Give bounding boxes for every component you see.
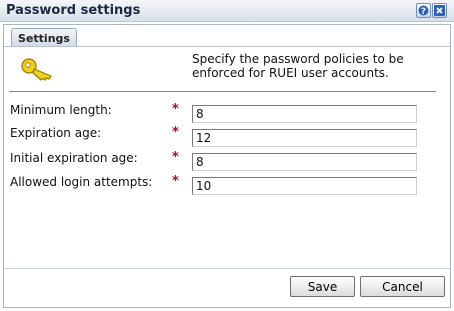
password-settings-dialog: Password settings ? Settings Specify the… bbox=[0, 0, 454, 311]
minimum-length-input[interactable] bbox=[192, 105, 417, 123]
title-bar: Password settings ? bbox=[0, 0, 454, 22]
svg-text:?: ? bbox=[421, 7, 426, 16]
allowed-login-attempts-input[interactable] bbox=[192, 177, 417, 195]
save-button[interactable]: Save bbox=[290, 276, 355, 297]
tab-divider bbox=[4, 46, 450, 47]
tab-settings[interactable]: Settings bbox=[11, 28, 77, 47]
footer-divider bbox=[4, 268, 450, 269]
save-button-label: Save bbox=[307, 279, 338, 294]
required-marker: * bbox=[172, 150, 179, 165]
initial-expiration-age-input[interactable] bbox=[192, 153, 417, 171]
initial-expiration-age-label: Initial expiration age: bbox=[10, 151, 138, 165]
help-icon: ? bbox=[418, 5, 429, 16]
minimum-length-label: Minimum length: bbox=[10, 103, 112, 117]
close-button[interactable] bbox=[432, 3, 447, 18]
cancel-button[interactable]: Cancel bbox=[360, 276, 445, 297]
expiration-age-input[interactable] bbox=[192, 129, 417, 147]
key-icon bbox=[21, 58, 52, 81]
separator bbox=[9, 91, 436, 92]
tab-settings-label: Settings bbox=[18, 31, 70, 45]
required-marker: * bbox=[172, 102, 179, 117]
cancel-button-label: Cancel bbox=[382, 279, 423, 294]
required-marker: * bbox=[172, 174, 179, 189]
allowed-login-attempts-label: Allowed login attempts: bbox=[10, 175, 153, 189]
expiration-age-label: Expiration age: bbox=[10, 126, 102, 140]
required-marker: * bbox=[172, 125, 179, 140]
description-text: Specify the password policies to be enfo… bbox=[192, 52, 404, 80]
dialog-body: Settings Specify the password policies t… bbox=[3, 24, 451, 308]
help-button[interactable]: ? bbox=[416, 3, 431, 18]
close-icon bbox=[434, 5, 445, 16]
dialog-title: Password settings bbox=[6, 3, 141, 18]
